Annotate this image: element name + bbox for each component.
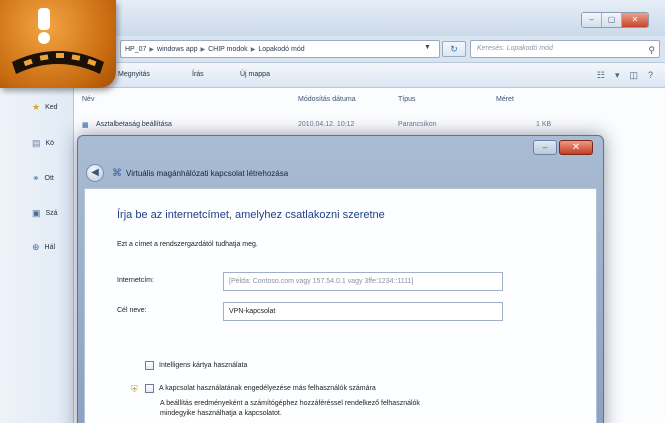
smartcard-checkbox-row[interactable]: Intelligens kártya használata — [145, 361, 247, 370]
back-arrow-icon[interactable]: ◀ — [86, 164, 104, 182]
chevron-down-icon[interactable]: ▾ — [615, 70, 620, 81]
dialog-heading: Írja be az internetcímet, amelyhez csatl… — [117, 209, 385, 221]
shield-icon: ⛨ — [131, 384, 138, 394]
dialog-subtext: Ezt a címet a rendszergazdától tudhatja … — [117, 241, 258, 248]
nav-item-label: Kö — [45, 140, 55, 147]
nav-item-label: Szá — [45, 210, 58, 217]
nav-item-network[interactable]: ⊕ Hál — [32, 242, 55, 253]
window-controls: – ▢ ✕ — [581, 12, 649, 28]
address-label: Internetcím: — [117, 277, 154, 284]
navigation-pane: ★ Ked ▤ Kö ⚭ Ott ▣ Szá ⊕ Hál — [0, 88, 74, 423]
share-checkbox[interactable] — [145, 384, 154, 393]
breadcrumb-item[interactable]: HP_07 — [125, 46, 146, 53]
file-modified: 2010.04.12. 10:12 — [298, 121, 355, 128]
search-input[interactable]: Keresés: Lopakodó mód ⚲ — [470, 40, 660, 58]
file-type: Parancsikon — [398, 121, 437, 128]
chevron-right-icon: ▶ — [200, 46, 206, 53]
column-headers: Név Módosítás dátuma Típus Méret — [74, 96, 665, 110]
vpn-dialog: – ✕ ◀ ⌘ Virtuális magánhálózati kapcsola… — [77, 135, 604, 423]
dialog-header: ◀ ⌘ Virtuális magánhálózati kapcsolat lé… — [86, 158, 597, 188]
nav-item-label: Ott — [44, 175, 54, 182]
star-icon: ★ — [32, 102, 41, 112]
refresh-button[interactable]: ↻ — [442, 41, 466, 57]
network-icon: ⊕ — [32, 242, 40, 252]
column-header-type[interactable]: Típus — [398, 96, 416, 103]
smartcard-label: Intelligens kártya használata — [159, 362, 248, 369]
column-header-name[interactable]: Név — [82, 96, 94, 103]
nav-item-computer[interactable]: ▣ Szá — [32, 208, 58, 219]
search-placeholder: Keresés: Lopakodó mód — [477, 45, 553, 52]
column-header-modified[interactable]: Módosítás dátuma — [298, 96, 356, 103]
search-icon[interactable]: ⚲ — [648, 42, 655, 58]
breadcrumb-item[interactable]: CHIP modok — [208, 46, 248, 53]
nav-item-label: Ked — [45, 104, 58, 111]
share-checkbox-row[interactable]: A kapcsolat használatának engedélyezése … — [145, 384, 376, 393]
view-controls: ☷ ▾ ◫ ? — [597, 70, 653, 81]
chip-logo — [0, 0, 116, 88]
nav-item-libraries[interactable]: ▤ Kö — [32, 138, 54, 149]
nav-item-favorites[interactable]: ★ Ked — [32, 102, 58, 113]
column-header-size[interactable]: Méret — [496, 96, 514, 103]
computer-icon: ▣ — [32, 208, 41, 218]
breadcrumb-item[interactable]: windows app — [157, 46, 197, 53]
share-description: A beállítás eredményeként a számítógéphe… — [160, 400, 420, 417]
chevron-right-icon: ▶ — [250, 46, 256, 53]
logo-graphic — [12, 8, 104, 74]
chevron-right-icon: ▶ — [149, 46, 155, 53]
file-name: Asztalbetaság beállítása — [96, 121, 172, 128]
dialog-title: Virtuális magánhálózati kapcsolat létreh… — [126, 168, 289, 178]
table-row[interactable]: ▦ Asztalbetaság beállítása 2010.04.12. 1… — [74, 121, 665, 135]
breadcrumb-item[interactable]: Lopakodó mód — [258, 46, 304, 53]
library-icon: ▤ — [32, 138, 41, 148]
dialog-body: Írja be az internetcímet, amelyhez csatl… — [84, 188, 597, 423]
destination-name-label: Cél neve: — [117, 307, 147, 314]
smartcard-checkbox[interactable] — [145, 361, 154, 370]
share-label: A kapcsolat használatának engedélyezése … — [159, 385, 376, 392]
maximize-button[interactable]: ▢ — [602, 13, 622, 27]
close-button[interactable]: ✕ — [622, 13, 648, 27]
open-button[interactable]: Megnyitás — [118, 71, 150, 78]
help-icon[interactable]: ? — [648, 70, 653, 81]
nav-item-homegroup[interactable]: ⚭ Ott — [32, 173, 54, 184]
preview-pane-icon[interactable]: ◫ — [629, 70, 638, 81]
network-icon: ⌘ — [112, 167, 122, 179]
dialog-close-button[interactable]: ✕ — [559, 140, 593, 155]
minimize-button[interactable]: – — [582, 13, 602, 27]
file-size: 1 KB — [536, 121, 552, 128]
address-bar[interactable]: HP_07 ▶ windows app ▶ CHIP modok ▶ Lopak… — [120, 40, 440, 58]
shortcut-file-icon: ▦ — [82, 122, 89, 129]
homegroup-icon: ⚭ — [32, 173, 40, 183]
new-button[interactable]: Írás — [192, 71, 204, 78]
view-options-icon[interactable]: ☷ — [597, 70, 605, 81]
nav-item-label: Hál — [44, 244, 56, 251]
destination-name-input[interactable]: VPN-kapcsolat — [223, 302, 503, 321]
dialog-minimize-button[interactable]: – — [533, 140, 557, 155]
chevron-down-icon[interactable]: ▼ — [424, 44, 431, 51]
address-input[interactable]: [Példa: Contoso.com vagy 157.54.0.1 vagy… — [223, 272, 503, 291]
new-folder-button[interactable]: Új mappa — [240, 71, 270, 78]
